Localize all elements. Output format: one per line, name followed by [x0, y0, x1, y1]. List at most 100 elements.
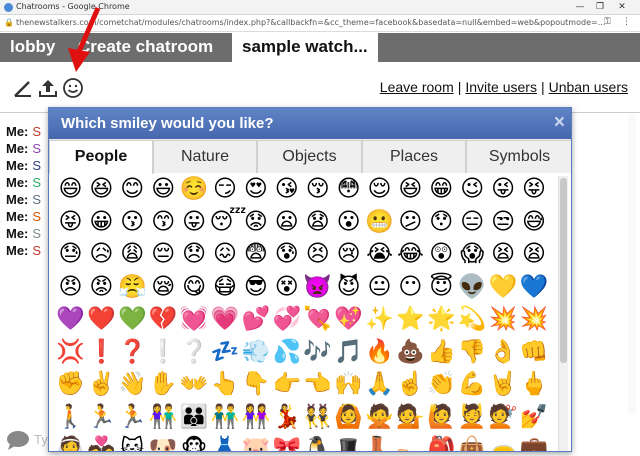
emoji-button[interactable]: 💦: [271, 337, 302, 368]
more-icon[interactable]: ⋮: [622, 17, 631, 27]
emoji-button[interactable]: 💁: [395, 402, 426, 433]
emoji-button[interactable]: 😆: [86, 174, 117, 205]
emoji-button[interactable]: 😉: [457, 174, 488, 205]
emoji-button[interactable]: 👭: [240, 402, 271, 433]
tab-places[interactable]: Places: [362, 140, 466, 173]
emoji-button[interactable]: 💢: [55, 337, 86, 368]
emoji-button[interactable]: 😧: [302, 207, 333, 238]
emoji-button[interactable]: 😪: [148, 272, 179, 303]
emoji-button[interactable]: 😗: [117, 207, 148, 238]
emoji-button[interactable]: 💩: [395, 337, 426, 368]
emoji-button[interactable]: 😈: [333, 272, 364, 303]
emoji-button[interactable]: 😤: [117, 272, 148, 303]
emoji-button[interactable]: 😇: [426, 272, 457, 303]
emoji-button[interactable]: 😎: [240, 272, 271, 303]
emoji-button[interactable]: 😆: [395, 174, 426, 205]
emoji-button[interactable]: 😑: [457, 207, 488, 238]
invite-users-link[interactable]: Invite users: [465, 79, 537, 95]
emoji-button[interactable]: 👰: [55, 434, 86, 451]
emoji-button[interactable]: 😱: [457, 239, 488, 270]
emoji-button[interactable]: 👏: [426, 369, 457, 400]
emoji-button[interactable]: ☺️: [179, 174, 210, 205]
emoji-button[interactable]: 😜: [488, 174, 519, 205]
emoji-button[interactable]: 👬: [210, 402, 241, 433]
emoji-button[interactable]: 😦: [271, 207, 302, 238]
emoji-button[interactable]: 💕: [240, 304, 271, 335]
smiley-icon[interactable]: [62, 77, 84, 99]
emoji-button[interactable]: 💗: [210, 304, 241, 335]
emoji-button[interactable]: 💼: [519, 434, 550, 451]
emoji-button[interactable]: 😶: [395, 272, 426, 303]
emoji-button[interactable]: 👽: [457, 272, 488, 303]
emoji-button[interactable]: 🎀: [271, 434, 302, 451]
emoji-button[interactable]: ❕: [148, 337, 179, 368]
tab-people[interactable]: People: [49, 140, 153, 174]
emoji-button[interactable]: ❔: [179, 337, 210, 368]
emoji-button[interactable]: 😊: [117, 174, 148, 205]
tab-nature[interactable]: Nature: [153, 140, 257, 173]
chat-scrollbar[interactable]: [628, 114, 636, 414]
emoji-button[interactable]: 😴: [210, 207, 247, 238]
emoji-button[interactable]: 😄: [55, 174, 86, 205]
emoji-button[interactable]: 😅: [519, 207, 550, 238]
emoji-button[interactable]: 💛: [488, 272, 519, 303]
emoji-button[interactable]: 💞: [271, 304, 302, 335]
emoji-button[interactable]: 🐷: [240, 434, 271, 451]
emoji-button[interactable]: 😘: [271, 174, 302, 205]
emoji-button[interactable]: 😖: [210, 239, 241, 270]
emoji-button[interactable]: 😲: [426, 239, 457, 270]
emoji-button[interactable]: 👈: [302, 369, 333, 400]
emoji-button[interactable]: 😀: [86, 207, 117, 238]
emoji-button[interactable]: 💥: [519, 304, 550, 335]
emoji-button[interactable]: 😡: [86, 272, 117, 303]
emoji-button[interactable]: 👎: [457, 337, 488, 368]
emoji-button[interactable]: 😛: [179, 207, 210, 238]
emoji-button[interactable]: 😷: [210, 272, 241, 303]
emoji-button[interactable]: 😍: [240, 174, 271, 205]
emoji-button[interactable]: 🎶: [302, 337, 333, 368]
emoji-button[interactable]: 💆: [457, 402, 488, 433]
emoji-button[interactable]: 💑: [86, 434, 117, 451]
emoji-button[interactable]: 🎒: [426, 434, 457, 451]
emoji-button[interactable]: 😏: [210, 174, 241, 205]
emoji-button[interactable]: 🐶: [148, 434, 179, 451]
emoji-button[interactable]: ✌️: [86, 369, 117, 400]
tab-lobby[interactable]: lobby: [0, 33, 65, 62]
emoji-button[interactable]: 👊: [519, 337, 550, 368]
scrollbar-thumb[interactable]: [560, 178, 567, 363]
emoji-button[interactable]: 🏃: [86, 402, 117, 433]
emoji-button[interactable]: 😓: [55, 239, 86, 270]
emoji-button[interactable]: 🤘: [488, 369, 519, 400]
emoji-button[interactable]: 😃: [148, 174, 179, 205]
emoji-button[interactable]: 🚶: [55, 402, 86, 433]
emoji-button[interactable]: 😌: [364, 174, 395, 205]
emoji-button[interactable]: 😮: [333, 207, 364, 238]
emoji-button[interactable]: 🎵: [333, 337, 364, 368]
emoji-button[interactable]: 😩: [117, 239, 148, 270]
emoji-button[interactable]: 💤: [210, 337, 241, 368]
emoji-button[interactable]: 😠: [55, 272, 86, 303]
emoji-button[interactable]: 🔥: [364, 337, 395, 368]
emoji-button[interactable]: 😝: [519, 174, 550, 205]
emoji-button[interactable]: 😝: [55, 207, 86, 238]
emoji-button[interactable]: 💔: [148, 304, 179, 335]
emoji-button[interactable]: 💨: [240, 337, 271, 368]
emoji-button[interactable]: 👆: [210, 369, 241, 400]
emoji-button[interactable]: 🙆: [333, 402, 364, 433]
close-window-icon[interactable]: ✕: [614, 1, 630, 14]
emoji-button[interactable]: 💙: [519, 272, 550, 303]
emoji-button[interactable]: 🐱: [117, 434, 148, 451]
emoji-button[interactable]: 😫: [519, 239, 550, 270]
emoji-button[interactable]: 🙋: [426, 402, 457, 433]
emoji-button[interactable]: 😭: [364, 239, 395, 270]
emoji-button[interactable]: 🏃: [117, 402, 148, 433]
emoji-button[interactable]: 👿: [302, 272, 333, 303]
emoji-button[interactable]: 😔: [148, 239, 179, 270]
emoji-button[interactable]: 👌: [488, 337, 519, 368]
emoji-button[interactable]: 🙌: [333, 369, 364, 400]
emoji-button[interactable]: ✋: [148, 369, 179, 400]
tab-sample-watch[interactable]: sample watch...: [232, 33, 378, 63]
emoji-button[interactable]: 👡: [395, 434, 426, 451]
emoji-button[interactable]: 🙏: [364, 369, 395, 400]
emoji-button[interactable]: 😞: [179, 239, 210, 270]
